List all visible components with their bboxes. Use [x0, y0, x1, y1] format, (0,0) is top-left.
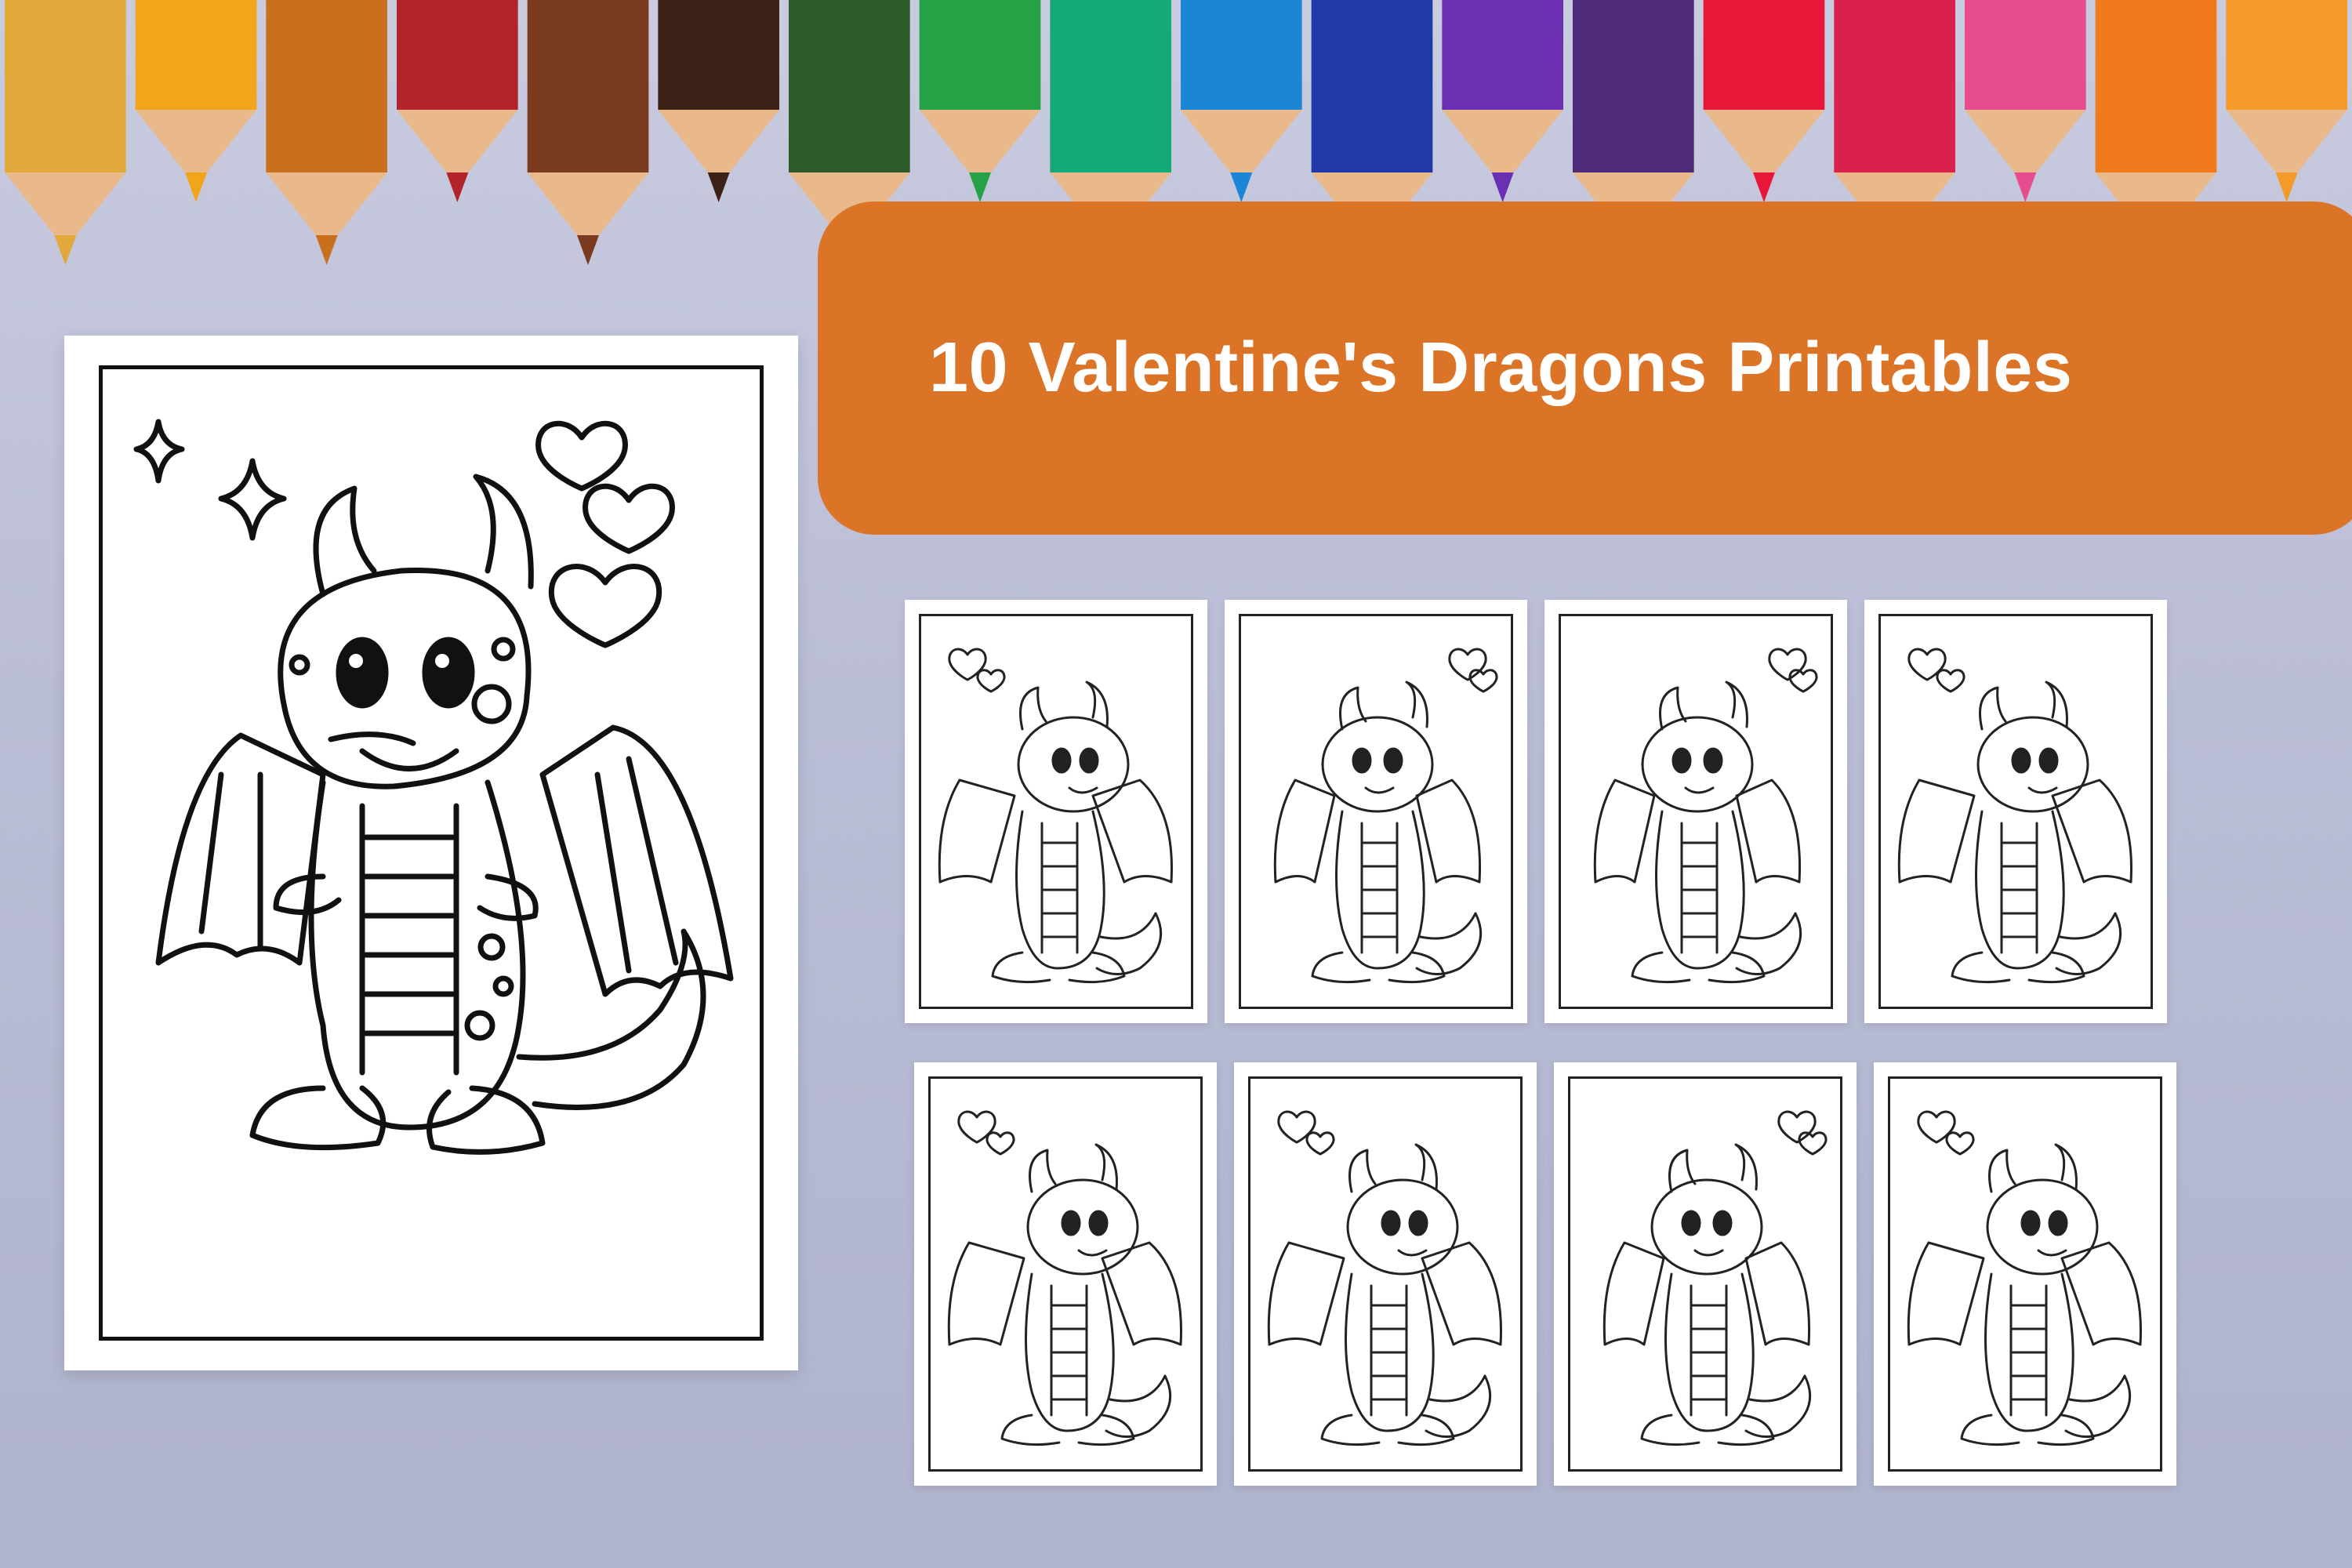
thumbnail-5 [914, 1062, 1217, 1486]
dragon-illustration [1273, 648, 1498, 984]
heart-icon [1907, 648, 1947, 681]
thumbnail-1 [905, 600, 1207, 1023]
dragon-illustration [947, 1110, 1182, 1446]
heart-icon [957, 1110, 996, 1144]
pencil-icon [1965, 0, 2086, 202]
dragon-illustration [1897, 648, 2132, 984]
dragon-illustration [1907, 1110, 2142, 1446]
pencil-icon [2226, 0, 2347, 202]
heart-icon [1788, 669, 1818, 693]
heart-icon [1917, 1110, 1956, 1144]
heart-icon [1468, 669, 1498, 693]
sparkle-icon [133, 419, 185, 484]
pencil-icon [1703, 0, 1825, 202]
thumbnail-3 [1544, 600, 1847, 1023]
heart-icon [948, 648, 987, 681]
heart-icon [1777, 1110, 1817, 1144]
sparkle-icon [218, 458, 287, 541]
dragon-illustration [938, 648, 1173, 984]
heart-icon [1798, 1131, 1828, 1156]
heart-icon [976, 669, 1006, 693]
pencil-icon [5, 0, 126, 265]
thumbnail-6 [1234, 1062, 1537, 1486]
dragon-illustration [1593, 648, 1818, 984]
pencil-icon [658, 0, 779, 202]
heart-icon [1936, 669, 1965, 693]
thumbnail-2 [1225, 600, 1527, 1023]
heart-icon [985, 1131, 1015, 1156]
thumbnail-7 [1554, 1062, 1857, 1486]
heart-icon [1305, 1131, 1335, 1156]
thumbnail-8 [1874, 1062, 2176, 1486]
thumbnail-4 [1864, 600, 2167, 1023]
featured-coloring-page [64, 336, 798, 1370]
pencil-icon [527, 0, 649, 265]
pencil-icon [135, 0, 257, 202]
pencil-icon [919, 0, 1041, 202]
dragon-illustration [1267, 1110, 1502, 1446]
heart-icon [1768, 648, 1807, 681]
dragon-illustration [1602, 1110, 1828, 1446]
pencil-icon [1181, 0, 1302, 202]
heart-icon [535, 420, 628, 492]
pencil-icon [1442, 0, 1563, 202]
pencil-icon [397, 0, 518, 202]
pencil-icon [266, 0, 387, 265]
title-banner: 10 Valentine's Dragons Printables [818, 201, 2352, 535]
page-title: 10 Valentine's Dragons Printables [929, 328, 2073, 407]
heart-icon [1945, 1131, 1975, 1156]
heart-icon [548, 564, 662, 648]
heart-icon [583, 483, 675, 554]
heart-icon [1277, 1110, 1316, 1144]
heart-icon [1448, 648, 1487, 681]
dragon-illustration [133, 419, 734, 1155]
